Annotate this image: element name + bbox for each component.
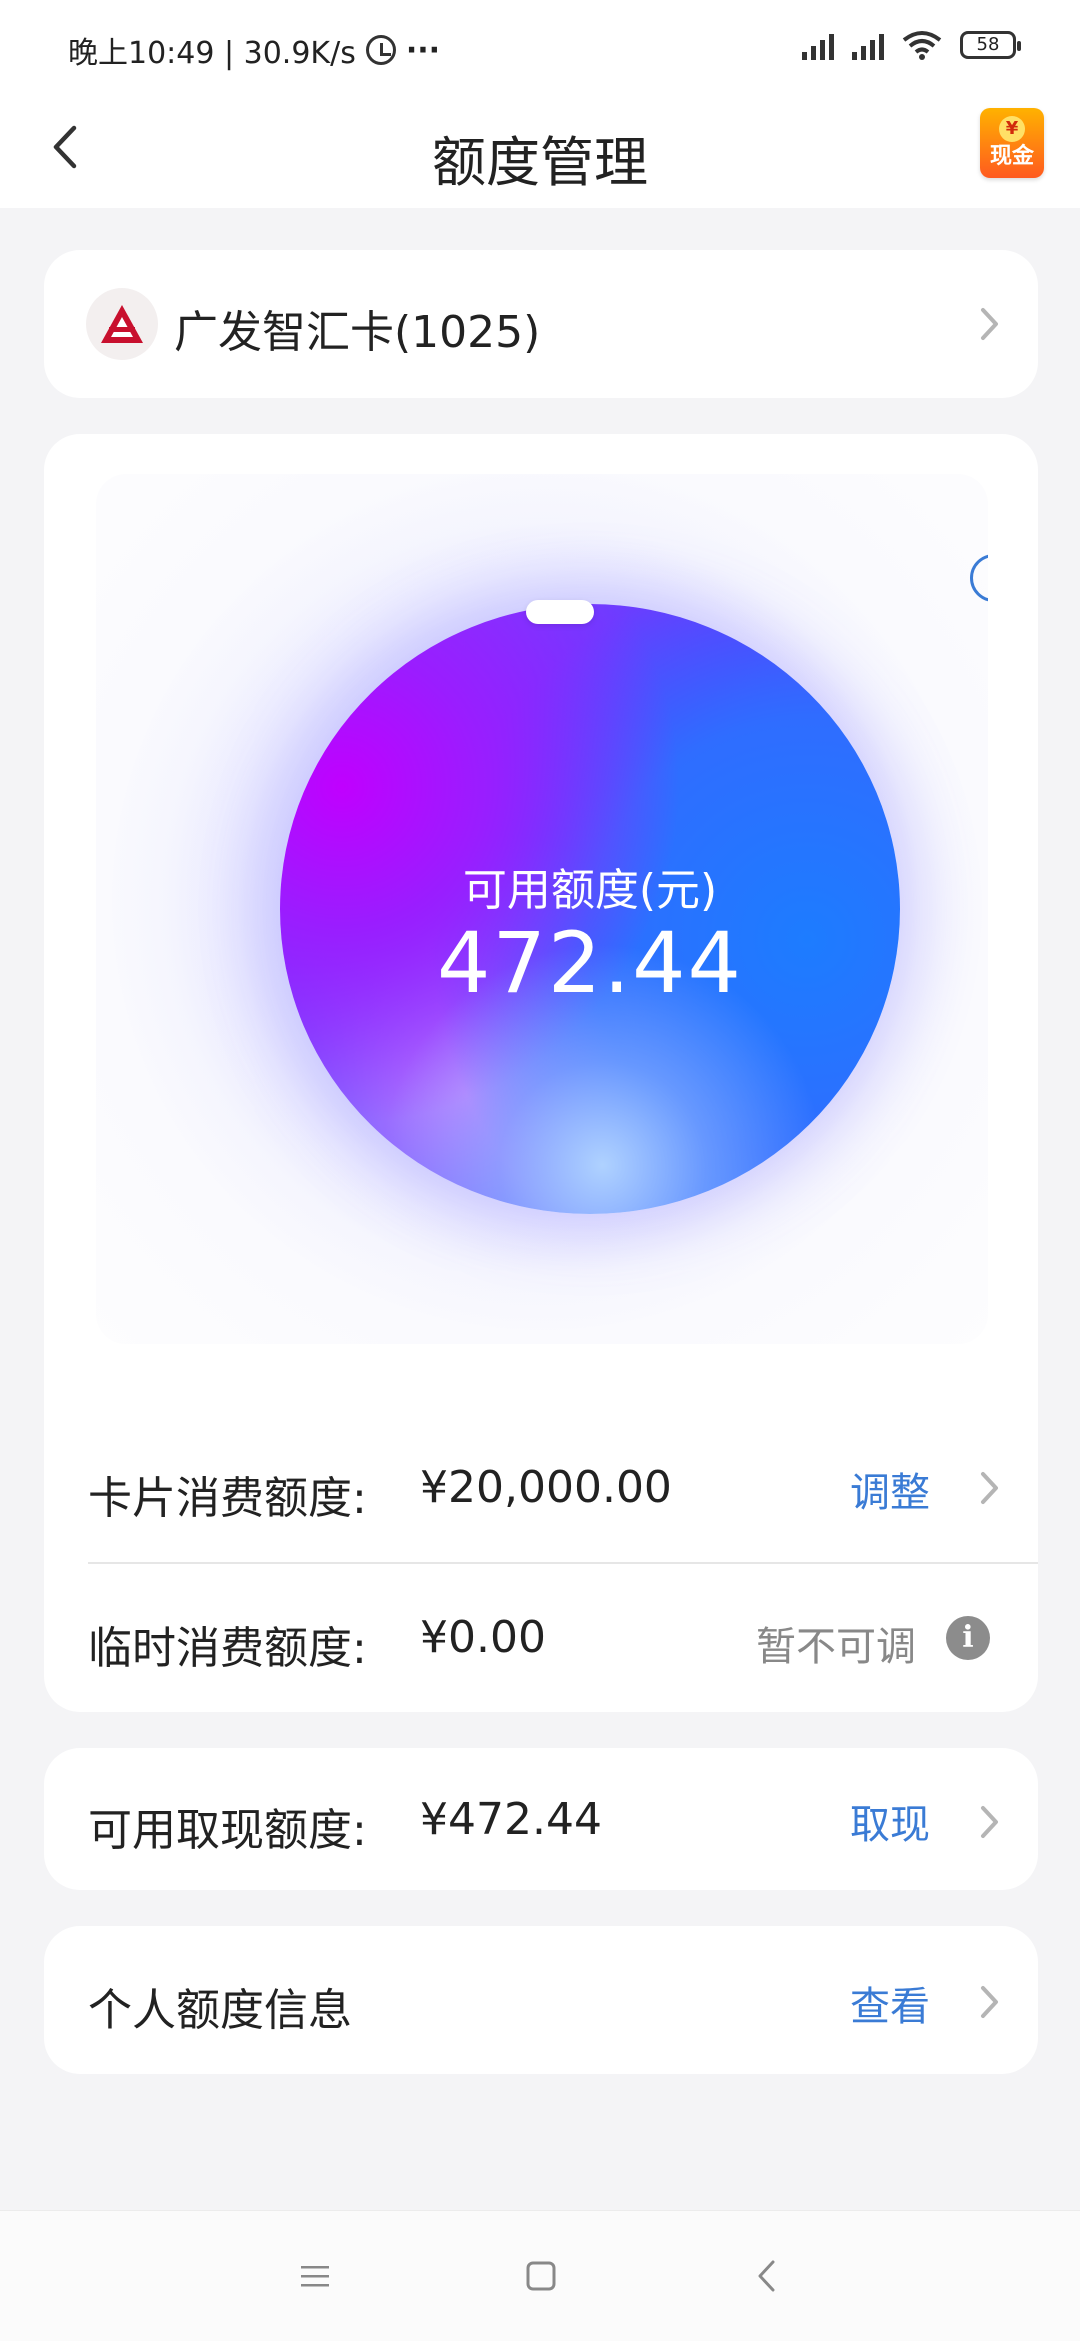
- temp-limit-status: 暂不可调: [756, 1624, 916, 1670]
- signal-icon: [852, 30, 884, 60]
- cash-limit-label: 可用取现额度:: [88, 1805, 367, 1856]
- back-triangle-icon: [758, 2260, 775, 2292]
- back-nav-button[interactable]: [732, 2241, 802, 2311]
- system-nav-bar: [0, 2210, 1080, 2341]
- alarm-icon: [365, 35, 396, 65]
- battery-icon: 58: [960, 31, 1021, 59]
- page-title: 额度管理: [432, 131, 648, 194]
- home-square-icon: [526, 2261, 556, 2291]
- temp-limit-value: ¥0.00: [420, 1612, 546, 1663]
- status-time-speed: 晚上10:49 | 30.9K/s: [68, 36, 356, 71]
- view-info-button[interactable]: 查看: [850, 1974, 930, 2032]
- bank-card-name: 广发智汇卡(1025): [174, 307, 541, 358]
- personal-info-label: 个人额度信息: [88, 1985, 352, 2036]
- card-selector[interactable]: 广发智汇卡(1025): [44, 250, 1038, 398]
- status-more: ···: [405, 32, 441, 68]
- divider: [88, 1562, 1038, 1564]
- coin-icon: ¥: [999, 116, 1025, 142]
- card-limit-value: ¥20,000.00: [420, 1462, 672, 1513]
- adjust-limit-button[interactable]: 调整: [850, 1460, 930, 1518]
- cash-badge-label: 现金: [989, 144, 1034, 169]
- ball-knob: [526, 600, 594, 624]
- available-credit-label: 可用额度(元): [462, 865, 718, 916]
- personal-info-card[interactable]: 个人额度信息 查看: [44, 1926, 1038, 2074]
- credit-ball-area: ? 可用额度(元) 472.44: [96, 474, 988, 1344]
- credit-overview-card: ? 可用额度(元) 472.44 卡片消费额度: ¥20,000.00 调整 临…: [44, 434, 1038, 1712]
- menu-button[interactable]: [280, 2241, 350, 2311]
- home-button[interactable]: [506, 2241, 576, 2311]
- status-right: 58: [802, 30, 1021, 60]
- status-bar: 晚上10:49 | 30.9K/s ··· 58: [0, 0, 1080, 90]
- signal-icon: [802, 30, 834, 60]
- card-limit-label: 卡片消费额度:: [88, 1473, 367, 1524]
- cash-limit-value: ¥472.44: [420, 1794, 602, 1845]
- chevron-right-icon: [970, 1982, 1010, 2022]
- chevron-right-icon: [970, 1802, 1010, 1842]
- status-left: 晚上10:49 | 30.9K/s ···: [68, 28, 440, 72]
- chevron-right-icon: [970, 1468, 1010, 1508]
- chevron-right-icon: [970, 304, 1010, 344]
- temp-limit-label: 临时消费额度:: [88, 1623, 367, 1674]
- help-icon[interactable]: ?: [970, 554, 988, 602]
- cash-badge-button[interactable]: ¥ 现金: [980, 108, 1044, 178]
- info-icon[interactable]: i: [946, 1616, 990, 1660]
- available-credit-value: 472.44: [437, 914, 743, 1012]
- wifi-icon: [902, 31, 942, 60]
- withdraw-cash-button[interactable]: 取现: [850, 1792, 930, 1850]
- bank-logo-icon: [86, 288, 158, 360]
- header: 额度管理 ¥ 现金: [0, 90, 1080, 208]
- menu-icon: [301, 2266, 329, 2287]
- cash-withdrawal-card: 可用取现额度: ¥472.44 取现: [44, 1748, 1038, 1890]
